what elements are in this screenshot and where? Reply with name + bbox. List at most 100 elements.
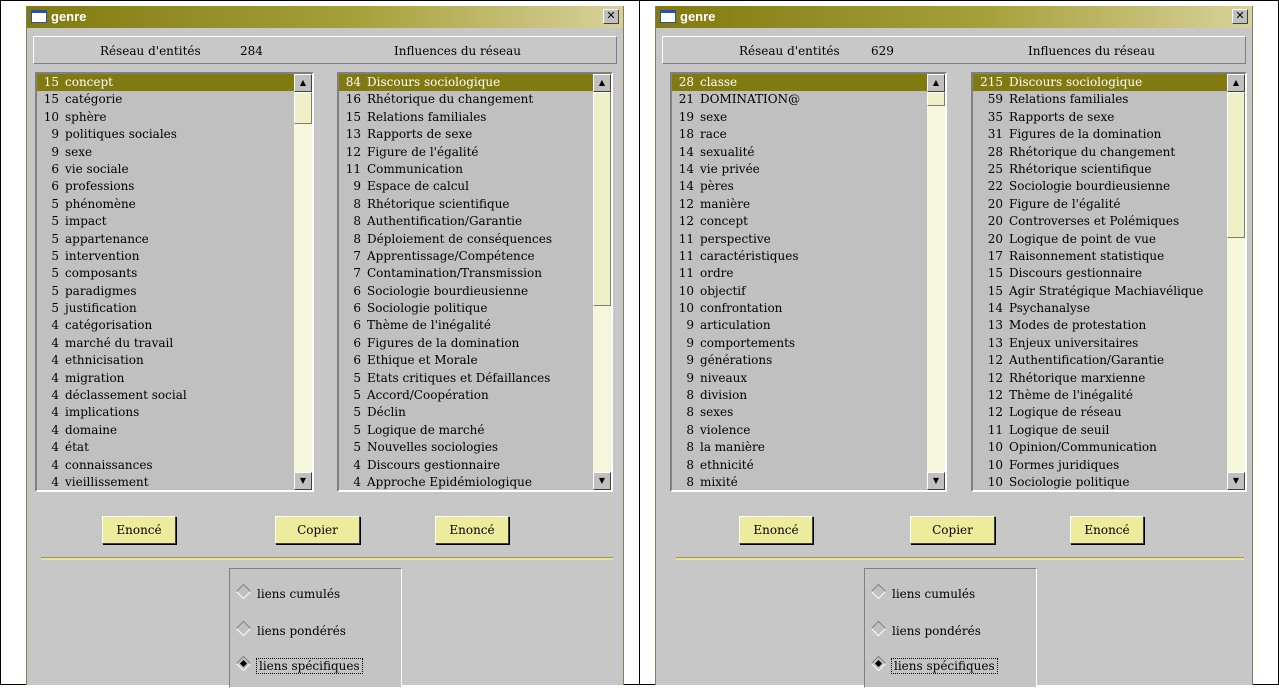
list-item[interactable]: 7 Contamination/Transmission [339, 265, 593, 282]
list-item[interactable]: 6 Sociologie bourdieusienne [339, 283, 593, 300]
enonce-right-button[interactable]: Enoncé [1070, 516, 1144, 544]
scroll-up-icon[interactable]: ▲ [1227, 74, 1245, 92]
scroll-up-icon[interactable]: ▲ [294, 74, 312, 92]
radio-liens-cumules[interactable]: liens cumulés [235, 583, 340, 603]
list-item[interactable]: 8 sexes [672, 404, 927, 421]
list-item[interactable]: 5 Nouvelles sociologies [339, 439, 593, 456]
list-item[interactable]: 20 Logique de point de vue [973, 231, 1227, 248]
list-item[interactable]: 4 ethnicisation [37, 352, 294, 369]
list-item[interactable]: 12 Logique de réseau [973, 404, 1227, 421]
list-item[interactable]: 12 Thème de l'inégalité [973, 387, 1227, 404]
list-item[interactable]: 4 Discours gestionnaire [339, 457, 593, 474]
list-item[interactable]: 28 Rhétorique du changement [973, 144, 1227, 161]
list-item[interactable]: 21 DOMINATION@ [672, 91, 927, 108]
list-item[interactable]: 215 Discours sociologique [973, 74, 1227, 92]
list-item[interactable]: 9 comportements [672, 335, 927, 352]
list-item[interactable]: 12 Rhétorique marxienne [973, 370, 1227, 387]
list-item[interactable]: 12 manière [672, 196, 927, 213]
list-item[interactable]: 22 Sociologie bourdieusienne [973, 178, 1227, 195]
scroll-thumb[interactable] [1227, 92, 1245, 238]
list-item[interactable]: 17 Raisonnement statistique [973, 248, 1227, 265]
scroll-down-icon[interactable]: ▼ [927, 472, 945, 490]
list-item[interactable]: 28 classe [672, 74, 927, 92]
list-item[interactable]: 15 Relations familiales [339, 109, 593, 126]
list-item[interactable]: 11 ordre [672, 265, 927, 282]
close-button[interactable]: ✕ [1232, 9, 1248, 24]
list-item[interactable]: 11 caractéristiques [672, 248, 927, 265]
list-item[interactable]: 12 Figure de l'égalité [339, 144, 593, 161]
entities-scrollbar[interactable]: ▲ ▼ [927, 74, 945, 490]
list-item[interactable]: 12 Authentification/Garantie [973, 352, 1227, 369]
list-item[interactable]: 9 articulation [672, 317, 927, 334]
list-item[interactable]: 8 violence [672, 422, 927, 439]
list-item[interactable]: 16 Rhétorique du changement [339, 91, 593, 108]
list-item[interactable]: 9 générations [672, 352, 927, 369]
list-item[interactable]: 11 Communication [339, 161, 593, 178]
scroll-up-icon[interactable]: ▲ [927, 74, 945, 92]
copier-button[interactable]: Copier [275, 516, 360, 544]
enonce-left-button[interactable]: Enoncé [102, 516, 176, 544]
list-item[interactable]: 6 vie sociale [37, 161, 294, 178]
list-item[interactable]: 5 appartenance [37, 231, 294, 248]
list-item[interactable]: 5 justification [37, 300, 294, 317]
list-item[interactable]: 5 Accord/Coopération [339, 387, 593, 404]
scroll-down-icon[interactable]: ▼ [294, 472, 312, 490]
list-item[interactable]: 5 phénomène [37, 196, 294, 213]
list-item[interactable]: 8 division [672, 387, 927, 404]
list-item[interactable]: 35 Rapports de sexe [973, 109, 1227, 126]
list-item[interactable]: 14 Psychanalyse [973, 300, 1227, 317]
list-item[interactable]: 25 Rhétorique scientifique [973, 161, 1227, 178]
list-item[interactable]: 8 ethnicité [672, 457, 927, 474]
list-item[interactable]: 5 Etats critiques et Défaillances [339, 370, 593, 387]
enonce-right-button[interactable]: Enoncé [435, 516, 509, 544]
list-item[interactable]: 11 perspective [672, 231, 927, 248]
list-item[interactable]: 4 implications [37, 404, 294, 421]
radio-liens-ponderes[interactable]: liens pondérés [235, 620, 346, 640]
list-item[interactable]: 5 Logique de marché [339, 422, 593, 439]
enonce-left-button[interactable]: Enoncé [739, 516, 813, 544]
list-item[interactable]: 14 sexualité [672, 144, 927, 161]
list-item[interactable]: 4 Approche Epidémiologique [339, 474, 593, 490]
list-item[interactable]: 15 catégorie [37, 91, 294, 108]
list-item[interactable]: 14 pères [672, 178, 927, 195]
list-item[interactable]: 9 niveaux [672, 370, 927, 387]
list-item[interactable]: 9 Espace de calcul [339, 178, 593, 195]
list-item[interactable]: 5 impact [37, 213, 294, 230]
list-item[interactable]: 31 Figures de la domination [973, 126, 1227, 143]
list-item[interactable]: 8 mixité [672, 474, 927, 490]
list-item[interactable]: 4 état [37, 439, 294, 456]
entities-scrollbar[interactable]: ▲ ▼ [294, 74, 312, 490]
scroll-thumb[interactable] [927, 92, 945, 106]
list-item[interactable]: 5 Déclin [339, 404, 593, 421]
list-item[interactable]: 14 vie privée [672, 161, 927, 178]
list-item[interactable]: 4 vieillissement [37, 474, 294, 490]
list-item[interactable]: 13 Enjeux universitaires [973, 335, 1227, 352]
radio-liens-specifiques[interactable]: liens spécifiques [870, 655, 998, 675]
radio-liens-specifiques[interactable]: liens spécifiques [235, 655, 363, 675]
list-item[interactable]: 20 Controverses et Polémiques [973, 213, 1227, 230]
list-item[interactable]: 5 intervention [37, 248, 294, 265]
list-item[interactable]: 6 Ethique et Morale [339, 352, 593, 369]
list-item[interactable]: 6 Figures de la domination [339, 335, 593, 352]
scroll-down-icon[interactable]: ▼ [593, 472, 611, 490]
influences-scrollbar[interactable]: ▲ ▼ [593, 74, 611, 490]
list-item[interactable]: 18 race [672, 126, 927, 143]
list-item[interactable]: 4 connaissances [37, 457, 294, 474]
list-item[interactable]: 6 professions [37, 178, 294, 195]
list-item[interactable]: 8 Authentification/Garantie [339, 213, 593, 230]
list-item[interactable]: 9 sexe [37, 144, 294, 161]
entities-list[interactable]: 28 classe 21 DOMINATION@ 19 sexe 18 race 14 sexua… [670, 72, 947, 492]
list-item[interactable]: 5 paradigmes [37, 283, 294, 300]
list-item[interactable]: 4 catégorisation [37, 317, 294, 334]
list-item[interactable]: 20 Figure de l'égalité [973, 196, 1227, 213]
close-button[interactable]: ✕ [603, 9, 619, 24]
list-item[interactable]: 15 Agir Stratégique Machiavélique [973, 283, 1227, 300]
influences-list[interactable]: 84 Discours sociologique 16 Rhétorique du c… [337, 72, 613, 492]
list-item[interactable]: 10 confrontation [672, 300, 927, 317]
list-item[interactable]: 7 Apprentissage/Compétence [339, 248, 593, 265]
list-item[interactable]: 9 politiques sociales [37, 126, 294, 143]
list-item[interactable]: 8 la manière [672, 439, 927, 456]
list-item[interactable]: 12 concept [672, 213, 927, 230]
entities-list[interactable]: 15 concept 15 catégorie 10 sphère 9 politiques … [35, 72, 314, 492]
radio-liens-cumules[interactable]: liens cumulés [870, 583, 975, 603]
